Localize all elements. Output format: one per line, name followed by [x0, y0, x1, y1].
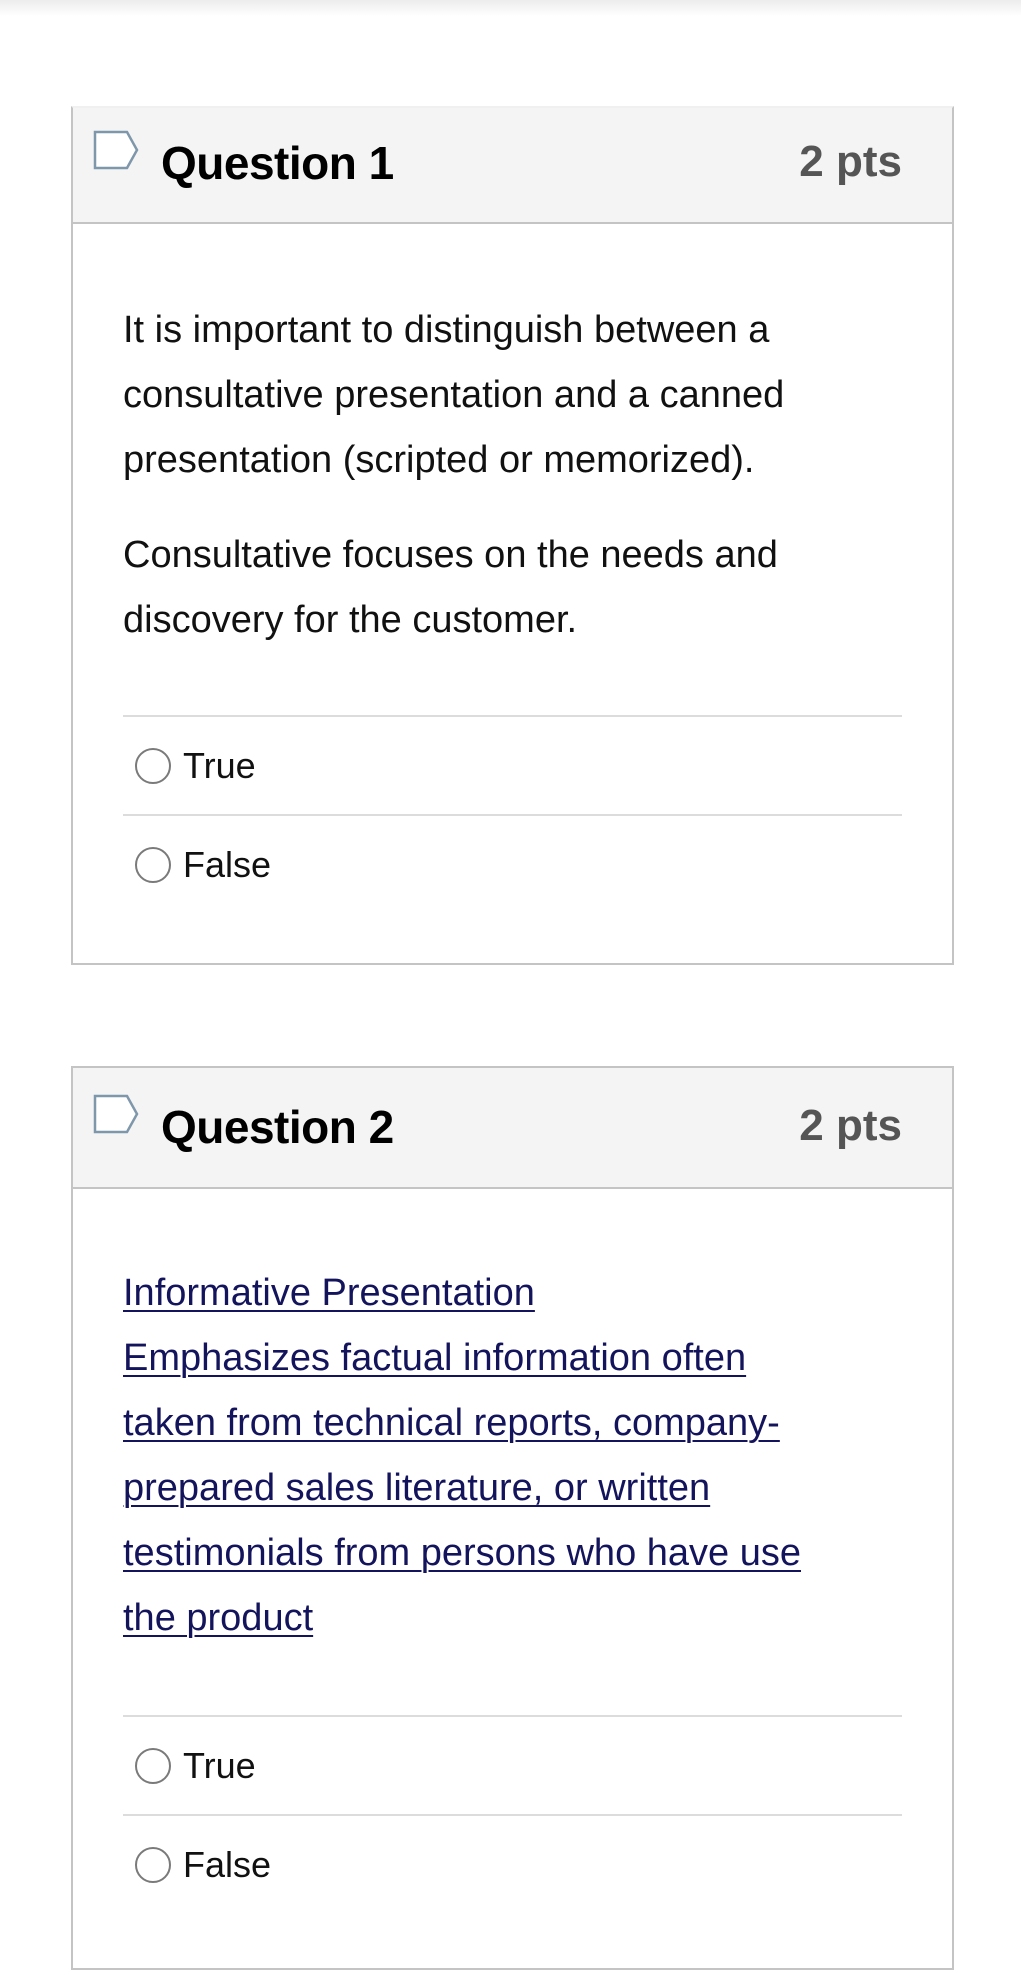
question-link[interactable]: prepared sales literature, or written [123, 1467, 710, 1509]
radio-button[interactable] [135, 846, 171, 883]
question-title: Question 1 [161, 137, 394, 189]
radio-button[interactable] [135, 747, 171, 784]
answer-option-false[interactable]: False [123, 1814, 902, 1913]
text-line[interactable]: Emphasizes factual information often [123, 1326, 923, 1391]
question-header: Question 1 2 pts [73, 108, 952, 224]
question-text: It is important to distinguish between a… [123, 298, 923, 683]
text-line: consultative presentation and a canned [123, 374, 785, 416]
question-points: 2 pts [799, 1101, 902, 1150]
question-card-2: Question 2 2 pts Informative Presentatio… [71, 1066, 954, 1970]
question-link[interactable]: Emphasizes factual information often [123, 1337, 746, 1379]
text-line: Consultative focuses on the needs and [123, 534, 778, 576]
answer-list: True False [123, 715, 902, 913]
question-paragraph: Informative Presentation Emphasizes fact… [123, 1261, 923, 1651]
answer-label: False [183, 843, 272, 885]
question-title: Question 2 [161, 1101, 394, 1153]
text-line: discovery for the customer. [123, 599, 578, 641]
answer-list: True False [123, 1715, 902, 1913]
answer-option-true[interactable]: True [123, 1715, 902, 1814]
radio-button[interactable] [135, 1846, 171, 1883]
answer-label: False [183, 1843, 272, 1885]
question-link[interactable]: the product [123, 1597, 313, 1639]
text-line: It is important to distinguish between a [123, 309, 770, 351]
answer-option-false[interactable]: False [123, 814, 902, 913]
text-line[interactable]: Informative Presentation [123, 1261, 923, 1326]
question-card-1: Question 1 2 pts It is important to dist… [71, 106, 954, 965]
question-paragraph: It is important to distinguish between a… [123, 298, 923, 493]
question-link[interactable]: taken from technical reports, company- [123, 1402, 780, 1444]
top-shadow [0, 0, 1021, 16]
question-header: Question 2 2 pts [73, 1068, 952, 1189]
flag-outline-icon[interactable] [93, 1094, 139, 1134]
question-text: Informative Presentation Emphasizes fact… [123, 1261, 923, 1681]
answer-label: True [183, 744, 256, 786]
question-points: 2 pts [799, 137, 902, 186]
text-line[interactable]: prepared sales literature, or written [123, 1456, 923, 1521]
question-link[interactable]: testimonials from persons who have use [123, 1532, 801, 1574]
question-paragraph: Consultative focuses on the needs and di… [123, 523, 923, 653]
text-line[interactable]: the product [123, 1586, 923, 1651]
text-line[interactable]: testimonials from persons who have use [123, 1521, 923, 1586]
text-line: presentation (scripted or memorized). [123, 439, 755, 481]
question-link[interactable]: Informative Presentation [123, 1272, 535, 1314]
answer-option-true[interactable]: True [123, 715, 902, 814]
text-line[interactable]: taken from technical reports, company- [123, 1391, 923, 1456]
answer-label: True [183, 1744, 256, 1786]
radio-button[interactable] [135, 1747, 171, 1784]
flag-outline-icon[interactable] [93, 130, 139, 170]
